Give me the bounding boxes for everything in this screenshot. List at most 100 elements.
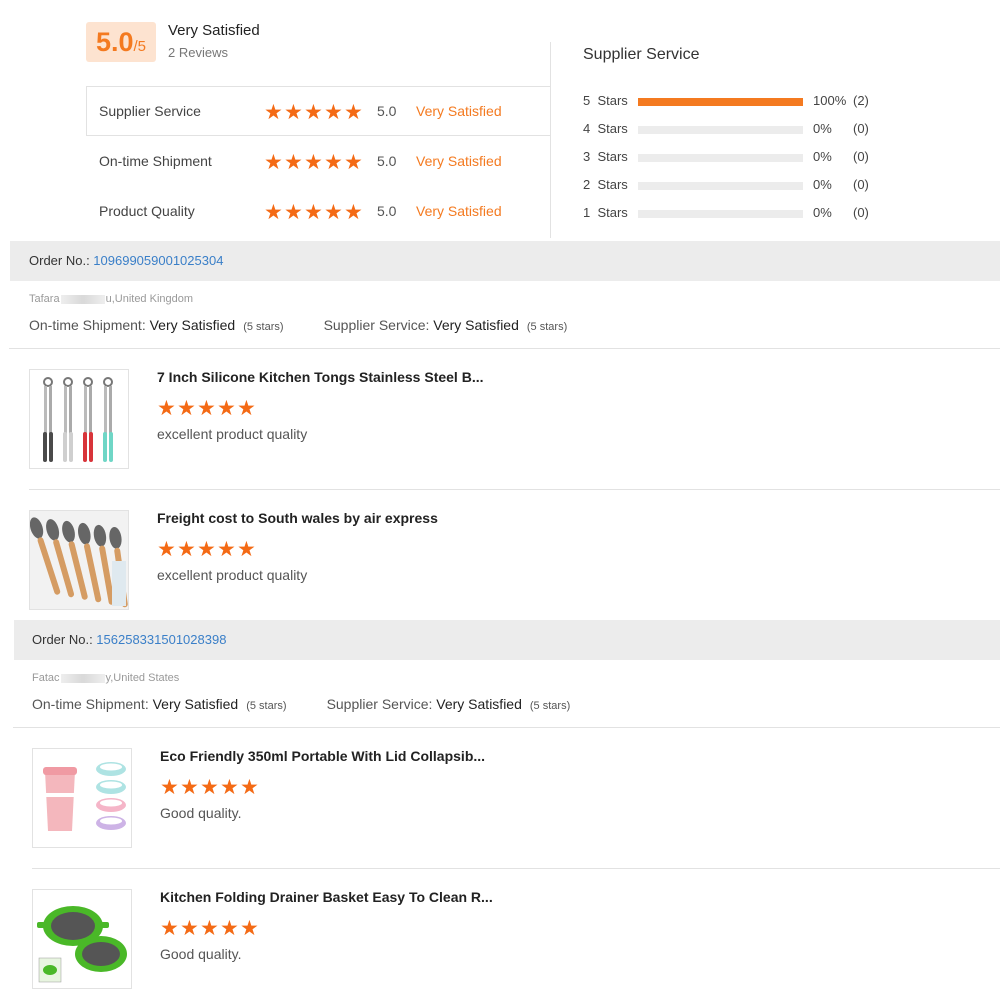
distribution-label: 5 Stars xyxy=(583,93,628,108)
shipment-label: On-time Shipment: xyxy=(29,317,150,333)
shipment-stars: (5 stars) xyxy=(246,700,287,712)
order-label: Order No.: xyxy=(29,253,94,268)
shipment-stars: (5 stars) xyxy=(243,321,284,333)
star-icon: ★ xyxy=(200,916,219,940)
product-title-link[interactable]: Eco Friendly 350ml Portable With Lid Col… xyxy=(160,748,485,764)
star-rating: ★ ★ ★ ★ ★ xyxy=(264,150,363,174)
order-ratings: On-time Shipment: Very Satisfied (5 stars… xyxy=(29,317,567,333)
product-title-link[interactable]: 7 Inch Silicone Kitchen Tongs Stainless … xyxy=(157,369,483,385)
service-value: Very Satisfied xyxy=(436,696,522,712)
star-icon: ★ xyxy=(180,775,199,799)
divider xyxy=(32,868,1000,869)
star-icon: ★ xyxy=(237,537,256,561)
star-icon: ★ xyxy=(264,200,283,224)
distribution-row: 3 Stars 0% (0) xyxy=(583,149,883,167)
star-icon: ★ xyxy=(324,150,343,174)
star-icon: ★ xyxy=(324,200,343,224)
rating-value: 5.0 xyxy=(377,103,397,119)
order-header: Order No.: 156258331501028398 xyxy=(14,620,1000,660)
review-comment: Good quality. xyxy=(160,946,242,962)
star-icon: ★ xyxy=(344,100,363,124)
rating-word: Very Satisfied xyxy=(416,203,502,219)
rating-label: On-time Shipment xyxy=(99,153,212,169)
star-icon: ★ xyxy=(344,200,363,224)
distribution-row: 1 Stars 0% (0) xyxy=(583,205,883,223)
distribution-row: 2 Stars 0% (0) xyxy=(583,177,883,195)
star-icon: ★ xyxy=(197,396,216,420)
star-icon: ★ xyxy=(197,537,216,561)
distribution-percent: 0% xyxy=(813,121,832,136)
distribution-count: (0) xyxy=(853,205,869,220)
star-icon: ★ xyxy=(304,150,323,174)
star-icon: ★ xyxy=(264,100,283,124)
order-header: Order No.: 109699059001025304 xyxy=(10,241,1000,281)
star-icon: ★ xyxy=(157,537,176,561)
star-icon: ★ xyxy=(240,775,259,799)
star-icon: ★ xyxy=(304,100,323,124)
rating-word: Very Satisfied xyxy=(416,153,502,169)
distribution-percent: 0% xyxy=(813,149,832,164)
distribution-label: 1 Stars xyxy=(583,205,628,220)
star-icon: ★ xyxy=(160,916,179,940)
star-rating: ★ ★ ★ ★ ★ xyxy=(264,200,363,224)
distribution-label: 3 Stars xyxy=(583,149,628,164)
distribution-row: 5 Stars 100% (2) xyxy=(583,93,883,111)
distribution-count: (2) xyxy=(853,93,869,108)
star-rating: ★ ★ ★ ★ ★ xyxy=(160,775,259,799)
product-image[interactable] xyxy=(32,748,132,848)
shipment-value: Very Satisfied xyxy=(149,317,236,333)
overall-score-suffix: /5 xyxy=(133,38,147,55)
star-icon: ★ xyxy=(217,396,236,420)
product-image[interactable] xyxy=(32,889,132,989)
distribution-bar-track xyxy=(638,126,803,134)
buyer-name-redacted xyxy=(60,294,105,304)
distribution-count: (0) xyxy=(853,149,869,164)
star-icon: ★ xyxy=(284,150,303,174)
buyer-info: Fatac y,United States xyxy=(32,672,179,684)
distribution-bar-track xyxy=(638,210,803,218)
buyer-name: Fatac xyxy=(32,672,60,684)
star-icon: ★ xyxy=(220,916,239,940)
review-comment: excellent product quality xyxy=(157,426,308,442)
service-value: Very Satisfied xyxy=(433,317,519,333)
rating-label: Supplier Service xyxy=(99,103,201,119)
service-label: Supplier Service: xyxy=(326,696,437,712)
distribution-bar-track xyxy=(638,182,803,190)
star-icon: ★ xyxy=(240,916,259,940)
product-image[interactable] xyxy=(29,510,129,610)
star-icon: ★ xyxy=(177,537,196,561)
service-stars: (5 stars) xyxy=(526,321,568,333)
star-icon: ★ xyxy=(237,396,256,420)
order-number-link[interactable]: 109699059001025304 xyxy=(93,253,223,268)
distribution-count: (0) xyxy=(853,121,869,136)
order-number-link[interactable]: 156258331501028398 xyxy=(96,632,226,647)
star-rating: ★ ★ ★ ★ ★ xyxy=(160,916,259,940)
product-title-link[interactable]: Kitchen Folding Drainer Basket Easy To C… xyxy=(160,889,493,905)
distribution-label: 4 Stars xyxy=(583,121,628,136)
distribution-row: 4 Stars 0% (0) xyxy=(583,121,883,139)
distribution-percent: 0% xyxy=(813,177,832,192)
buyer-location: y,United States xyxy=(105,672,180,684)
star-icon: ★ xyxy=(217,537,236,561)
summary-divider xyxy=(550,42,551,238)
rating-label: Product Quality xyxy=(99,203,195,219)
rating-word: Very Satisfied xyxy=(416,103,502,119)
shipment-value: Very Satisfied xyxy=(152,696,239,712)
service-stars: (5 stars) xyxy=(529,700,571,712)
star-icon: ★ xyxy=(264,150,283,174)
product-image[interactable] xyxy=(29,369,129,469)
service-label: Supplier Service: xyxy=(323,317,434,333)
distribution-bar-fill xyxy=(638,98,803,106)
star-icon: ★ xyxy=(284,100,303,124)
shipment-label: On-time Shipment: xyxy=(32,696,153,712)
product-title-link[interactable]: Freight cost to South wales by air expre… xyxy=(157,510,438,526)
star-icon: ★ xyxy=(177,396,196,420)
star-icon: ★ xyxy=(157,396,176,420)
overall-score-badge: 5.0/5 xyxy=(86,22,156,62)
buyer-info: Tafara u,United Kingdom xyxy=(29,293,193,305)
distribution-bar-track xyxy=(638,154,803,162)
distribution-title: Supplier Service xyxy=(583,46,700,63)
divider xyxy=(29,489,1000,490)
star-icon: ★ xyxy=(304,200,323,224)
star-rating: ★ ★ ★ ★ ★ xyxy=(157,537,256,561)
